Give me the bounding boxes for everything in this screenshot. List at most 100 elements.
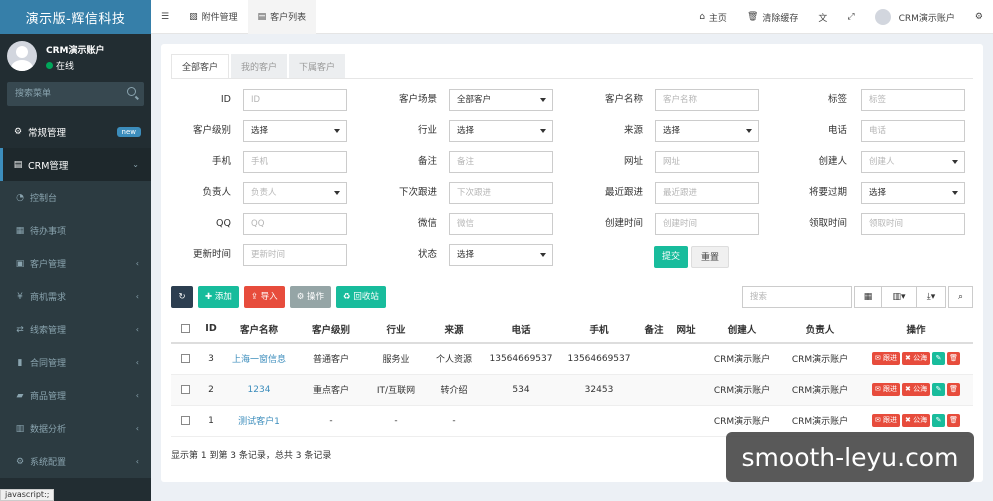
- table-row[interactable]: 2 1234 重点客户 IT/互联网 转介绍 534 32453 CRM演示账户 CRM演示账户…: [171, 374, 973, 406]
- delete-button[interactable]: 🗑: [947, 414, 961, 427]
- export-dropdown-button[interactable]: ⤓▾: [916, 286, 946, 308]
- filter-select[interactable]: 全部客户: [449, 89, 553, 111]
- public-label: 公海: [913, 416, 928, 424]
- col-phone[interactable]: 电话: [483, 315, 559, 344]
- clear-cache-button[interactable]: 🗑 清除缓存: [737, 0, 808, 34]
- move-to-public-button[interactable]: ✖ 公海: [902, 383, 931, 396]
- filter-select[interactable]: 选择: [243, 120, 347, 142]
- tab-subordinate-customers[interactable]: 下属客户: [289, 54, 346, 79]
- filter-input[interactable]: [655, 182, 759, 204]
- filter-input[interactable]: [449, 213, 553, 235]
- edit-button[interactable]: ✎: [932, 352, 946, 366]
- cell-mobile: [559, 405, 639, 437]
- import-button[interactable]: ⇪ 导入: [243, 286, 285, 308]
- edit-button[interactable]: ✎: [932, 414, 946, 427]
- search-toggle-button[interactable]: ⌕: [948, 286, 973, 308]
- sidebar-item-crm[interactable]: ▤ CRM管理 ⌄: [0, 148, 151, 181]
- nav-tab-label: 附件管理: [201, 13, 238, 23]
- edit-button[interactable]: ✎: [932, 383, 946, 396]
- filter-select[interactable]: 选择: [655, 120, 759, 142]
- row-select-cell[interactable]: [171, 374, 199, 406]
- filter-select[interactable]: 选择: [449, 244, 553, 266]
- sidebar-search-input[interactable]: [7, 82, 117, 106]
- col-level[interactable]: 客户级别: [295, 315, 367, 344]
- col-owner[interactable]: 负责人: [781, 315, 859, 344]
- settings-button[interactable]: ⚙: [965, 0, 993, 34]
- filter-input[interactable]: [655, 151, 759, 173]
- sidebar-item-leads[interactable]: ⇄ 线索管理 ‹: [0, 313, 151, 346]
- col-source[interactable]: 来源: [425, 315, 483, 344]
- recycle-bin-button[interactable]: ♻ 回收站: [336, 286, 386, 308]
- tab-all-customers[interactable]: 全部客户: [171, 54, 230, 79]
- col-remark[interactable]: 备注: [639, 315, 669, 344]
- account-menu[interactable]: CRM演示账户: [865, 0, 965, 34]
- move-to-public-button[interactable]: ✖ 公海: [902, 352, 931, 366]
- filter-input[interactable]: [243, 89, 347, 111]
- delete-button[interactable]: 🗑: [947, 383, 961, 396]
- sidebar-item-products[interactable]: ▰ 商品管理 ‹: [0, 379, 151, 412]
- filter-select[interactable]: 负责人: [243, 182, 347, 204]
- col-creator[interactable]: 创建人: [703, 315, 781, 344]
- filter-select[interactable]: 创建人: [861, 151, 965, 173]
- col-id[interactable]: ID: [199, 315, 223, 344]
- move-to-public-button[interactable]: ✖ 公海: [902, 414, 931, 427]
- home-button[interactable]: ⌂ 主页: [689, 0, 737, 34]
- sidebar-item-settings[interactable]: ⚙ 系统配置 ‹: [0, 445, 151, 478]
- filter-input[interactable]: [449, 182, 553, 204]
- row-select-cell[interactable]: [171, 405, 199, 437]
- sidebar-item-opportunities[interactable]: ¥ 商机需求 ‹: [0, 280, 151, 313]
- filter-input[interactable]: [861, 120, 965, 142]
- filter-input[interactable]: [655, 213, 759, 235]
- filter-submit-button[interactable]: 提交: [654, 246, 689, 268]
- sidebar-item-dashboard[interactable]: ◔ 控制台: [0, 181, 151, 214]
- filter-input[interactable]: [861, 89, 965, 111]
- refresh-button[interactable]: ↻: [171, 286, 193, 308]
- nav-tab-attachments[interactable]: ▧ 附件管理: [179, 0, 248, 34]
- follow-button[interactable]: ✉ 跟进: [871, 414, 900, 427]
- sidebar-toggle-button[interactable]: ☰: [151, 0, 179, 34]
- cog-icon: ⚙: [296, 292, 305, 302]
- row-checkbox[interactable]: [180, 384, 190, 394]
- app-logo[interactable]: 演示版-辉信科技: [0, 0, 151, 34]
- toggle-view-button[interactable]: ▦: [854, 286, 882, 308]
- follow-button[interactable]: ✉ 跟进: [871, 352, 900, 366]
- filter-select[interactable]: 选择: [449, 120, 553, 142]
- columns-dropdown-button[interactable]: ▥▾: [881, 286, 917, 308]
- language-button[interactable]: 文: [808, 0, 837, 34]
- add-button[interactable]: ✚ 添加: [198, 286, 239, 308]
- table-row[interactable]: 3 上海一窗信息 普通客户 服务业 个人资源 13564669537 13564669537…: [171, 343, 973, 375]
- filter-input[interactable]: [655, 89, 759, 111]
- filter-select[interactable]: 选择: [861, 182, 965, 204]
- row-checkbox[interactable]: [180, 415, 190, 425]
- filter-input[interactable]: [243, 244, 347, 266]
- delete-button[interactable]: 🗑: [947, 352, 961, 366]
- customer-name-link[interactable]: 1234: [248, 385, 271, 395]
- filter-input[interactable]: [861, 213, 965, 235]
- col-url[interactable]: 网址: [669, 315, 703, 344]
- sidebar-item-general[interactable]: ⚙ 常规管理 new: [0, 115, 151, 148]
- filter-input[interactable]: [243, 213, 347, 235]
- follow-button[interactable]: ✉ 跟进: [871, 383, 900, 396]
- tab-my-customers[interactable]: 我的客户: [231, 54, 288, 79]
- fullscreen-button[interactable]: ⤢: [837, 0, 864, 34]
- search-icon[interactable]: [127, 87, 136, 96]
- col-name[interactable]: 客户名称: [223, 315, 295, 344]
- row-select-cell[interactable]: [171, 343, 199, 375]
- customer-name-link[interactable]: 上海一窗信息: [232, 355, 286, 365]
- sidebar-item-todo[interactable]: ▦ 待办事项: [0, 214, 151, 247]
- customer-name-link[interactable]: 测试客户1: [238, 417, 280, 427]
- operations-button[interactable]: ⚙ 操作: [289, 286, 332, 308]
- col-industry[interactable]: 行业: [367, 315, 425, 344]
- filter-input[interactable]: [243, 151, 347, 173]
- select-all-checkbox[interactable]: [180, 324, 190, 333]
- sidebar-item-analytics[interactable]: ▥ 数据分析 ‹: [0, 412, 151, 445]
- nav-tab-customer-list[interactable]: ▤ 客户列表: [247, 0, 317, 34]
- table-search-input[interactable]: [742, 286, 852, 308]
- sidebar-item-contracts[interactable]: ▮ 合同管理 ‹: [0, 346, 151, 379]
- row-checkbox[interactable]: [180, 353, 190, 363]
- select-all-header[interactable]: [171, 315, 199, 344]
- sidebar-item-customers[interactable]: ▣ 客户管理 ‹: [0, 247, 151, 280]
- filter-reset-button[interactable]: 重置: [691, 246, 730, 268]
- filter-input[interactable]: [449, 151, 553, 173]
- col-mobile[interactable]: 手机: [559, 315, 639, 344]
